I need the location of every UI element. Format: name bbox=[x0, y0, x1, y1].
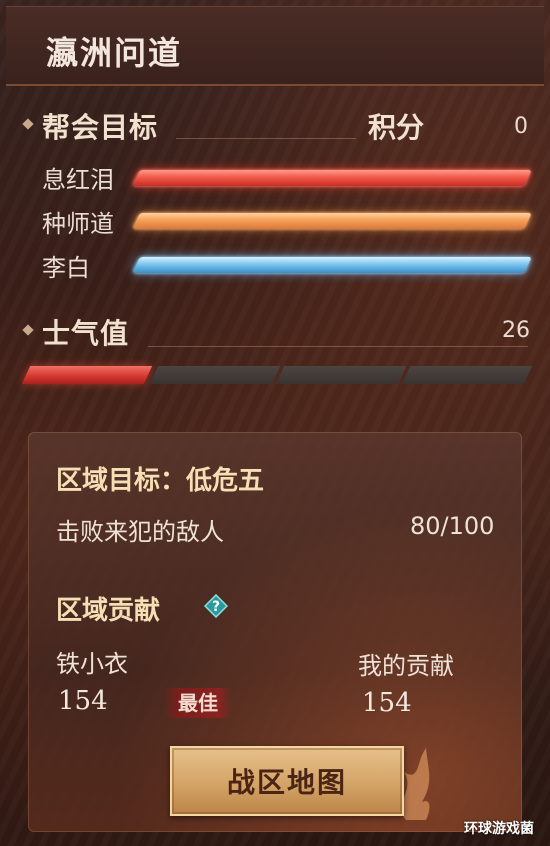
event-panel: 瀛洲问道 帮会目标 积分 0 息红泪 种师道 李白 士气值 26 区域目标：低危… bbox=[0, 0, 550, 846]
region-progress: 80/100 bbox=[410, 512, 495, 540]
morale-segment bbox=[149, 366, 281, 384]
region-task: 击败来犯的敌人 bbox=[56, 518, 224, 546]
guild-goal-heading: 帮会目标 bbox=[42, 111, 159, 144]
watermark-text: 环球游戏菌 bbox=[464, 821, 534, 837]
help-icon[interactable]: ? bbox=[204, 594, 228, 618]
faction-name: 种师道 bbox=[42, 210, 114, 238]
morale-heading: 士气值 bbox=[42, 317, 130, 350]
score-value: 0 bbox=[514, 114, 528, 139]
score-label: 积分 bbox=[368, 111, 425, 144]
section-diamond-icon bbox=[22, 118, 34, 130]
faction-name: 李白 bbox=[42, 254, 90, 282]
faction-name: 息红泪 bbox=[42, 166, 114, 194]
contribution-heading: 区域贡献 bbox=[56, 596, 161, 626]
top-player-name: 铁小衣 bbox=[56, 650, 128, 678]
region-goal-title: 区域目标：低危五 bbox=[56, 466, 265, 496]
morale-segment bbox=[275, 366, 407, 384]
battle-map-button[interactable]: 战区地图 bbox=[170, 746, 404, 816]
morale-value: 26 bbox=[502, 318, 530, 343]
my-contribution-score: 154 bbox=[362, 688, 412, 718]
top-player-score: 154 bbox=[58, 686, 108, 716]
section-diamond-icon bbox=[22, 324, 34, 336]
section-divider bbox=[148, 346, 528, 347]
morale-segment bbox=[21, 366, 153, 384]
best-badge: 最佳 bbox=[164, 688, 232, 718]
faction-progress-bar bbox=[132, 213, 532, 229]
panel-title: 瀛洲问道 bbox=[46, 34, 183, 72]
section-divider bbox=[176, 138, 356, 139]
my-contribution-label: 我的贡献 bbox=[358, 652, 454, 680]
morale-segment bbox=[401, 366, 533, 384]
faction-progress-bar bbox=[132, 170, 532, 186]
svg-text:?: ? bbox=[212, 599, 220, 615]
title-bar: 瀛洲问道 bbox=[6, 6, 544, 86]
faction-progress-bar bbox=[132, 257, 532, 273]
